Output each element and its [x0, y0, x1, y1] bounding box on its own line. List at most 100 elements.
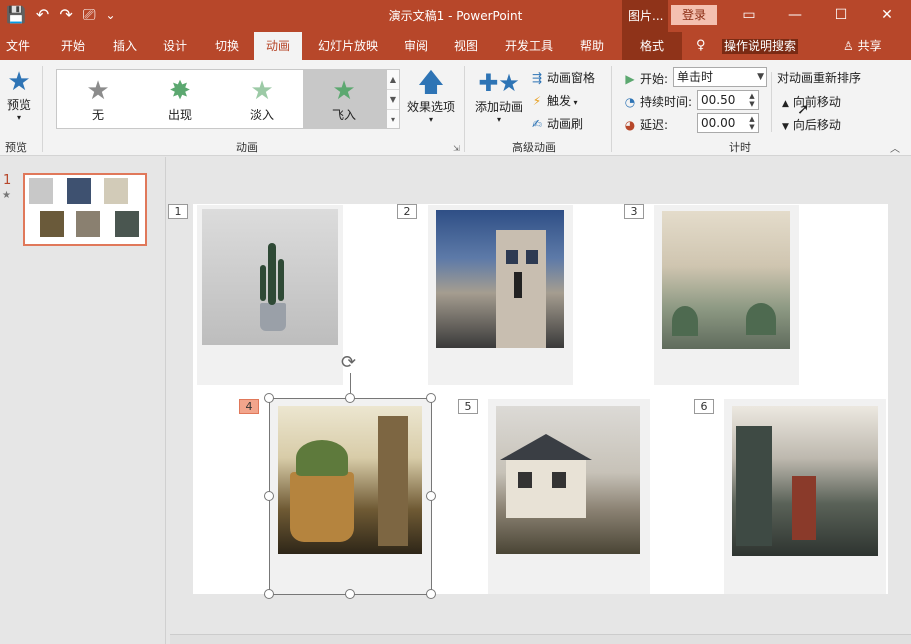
- resize-handle[interactable]: [264, 491, 274, 501]
- start-select[interactable]: 单击时 ▼: [673, 67, 767, 87]
- resize-handle[interactable]: [426, 589, 436, 599]
- add-animation-label: 添加动画: [474, 100, 523, 114]
- ribbon-display-icon[interactable]: ▭: [726, 0, 772, 32]
- resize-handle[interactable]: [426, 491, 436, 501]
- picture-2[interactable]: [428, 205, 573, 385]
- scroll-up-icon[interactable]: ▲: [387, 70, 399, 90]
- horizontal-scrollbar[interactable]: [170, 634, 911, 644]
- phone-booth-photo: [732, 406, 878, 556]
- tab-design[interactable]: 设计: [152, 32, 198, 60]
- clock-icon: ◔: [624, 95, 636, 109]
- tab-format[interactable]: 格式: [622, 32, 682, 60]
- delay-input[interactable]: 00.00 ▲ ▼: [697, 113, 759, 133]
- gallery-label: 无: [91, 108, 104, 122]
- duration-input[interactable]: 00.50 ▲ ▼: [697, 90, 759, 110]
- spinner-icon[interactable]: ▲ ▼: [747, 92, 757, 108]
- login-button[interactable]: 登录: [671, 5, 717, 25]
- brush-icon: ✍: [531, 117, 543, 131]
- divider: [611, 66, 612, 152]
- maximize-icon[interactable]: ☐: [818, 0, 864, 32]
- close-icon[interactable]: ✕: [864, 0, 910, 32]
- move-later-label: 向后移动: [792, 118, 841, 132]
- tab-view[interactable]: 视图: [444, 32, 488, 60]
- picture-6[interactable]: [724, 399, 886, 594]
- preview-button[interactable]: ★ 预览 ▾: [2, 68, 36, 122]
- animation-tag[interactable]: 5: [458, 399, 478, 414]
- thumbnail-photo: [76, 211, 100, 237]
- gallery-label: 淡入: [249, 108, 274, 122]
- trigger-button[interactable]: ⚡ 触发 ▾: [529, 92, 578, 109]
- slide-thumbnail[interactable]: [23, 173, 147, 246]
- animation-tag[interactable]: 3: [624, 204, 644, 219]
- person-icon: ♙: [843, 39, 854, 53]
- resize-handle[interactable]: [345, 393, 355, 403]
- tab-developer[interactable]: 开发工具: [496, 32, 562, 60]
- chevron-down-icon: ▾: [428, 115, 433, 124]
- reorder-label: 对动画重新排序: [777, 71, 862, 85]
- divider: [771, 72, 772, 132]
- animation-tag-selected[interactable]: 4: [239, 399, 259, 414]
- tab-home[interactable]: 开始: [50, 32, 96, 60]
- gallery-label: 飞入: [331, 108, 356, 122]
- gallery-more-icon[interactable]: ▾: [387, 110, 399, 130]
- preview-label: 预览: [6, 98, 31, 112]
- spinner-icon[interactable]: ▲ ▼: [747, 115, 757, 131]
- add-animation-button[interactable]: ✚★ 添加动画 ▾: [472, 68, 526, 124]
- triangle-down-icon: ▼: [782, 122, 789, 132]
- gallery-item-fade[interactable]: ★ 淡入: [221, 70, 303, 128]
- tab-review[interactable]: 审阅: [394, 32, 438, 60]
- resize-handle[interactable]: [264, 393, 274, 403]
- picture-5[interactable]: [488, 399, 650, 594]
- gallery-scrollbar[interactable]: ▲ ▼ ▾: [386, 69, 400, 129]
- tab-file[interactable]: 文件: [0, 32, 36, 60]
- move-earlier-button[interactable]: ▲ 向前移动: [782, 93, 841, 110]
- burst-star-icon: ✸: [169, 76, 191, 106]
- tab-insert[interactable]: 插入: [102, 32, 148, 60]
- play-icon: ▶: [625, 72, 635, 86]
- animation-tag[interactable]: 1: [168, 204, 188, 219]
- chevron-down-icon: ▾: [496, 115, 501, 124]
- animation-painter-button[interactable]: ✍ 动画刷: [529, 115, 583, 132]
- duration-value: 00.50: [701, 93, 736, 107]
- resize-handle[interactable]: [426, 393, 436, 403]
- tab-slideshow[interactable]: 幻灯片放映: [310, 32, 386, 60]
- animation-tag[interactable]: 6: [694, 399, 714, 414]
- share-button[interactable]: ♙ 共享: [843, 32, 882, 60]
- dialog-launcher-icon[interactable]: ⇲: [453, 144, 460, 153]
- tab-transitions[interactable]: 切换: [204, 32, 250, 60]
- thumbnail-photo: [29, 178, 53, 204]
- mouse-cursor-icon: ➚: [797, 100, 810, 118]
- collapse-ribbon-icon[interactable]: ︿: [890, 140, 900, 155]
- move-later-button[interactable]: ▼ 向后移动: [782, 116, 841, 133]
- group-label-advanced: 高级动画: [512, 141, 556, 154]
- picture-1[interactable]: [197, 205, 343, 385]
- group-label-preview: 预览: [5, 141, 27, 154]
- rotate-handle-icon[interactable]: ⟳: [341, 352, 356, 373]
- scroll-down-icon[interactable]: ▼: [387, 90, 399, 110]
- gallery-item-appear[interactable]: ✸ 出现: [139, 70, 221, 128]
- star-icon: ★: [86, 76, 110, 106]
- picture-3[interactable]: [654, 205, 799, 385]
- tab-help[interactable]: 帮助: [570, 32, 614, 60]
- duration-label-row: ◔ 持续时间:: [622, 93, 692, 110]
- tell-me-search[interactable]: 操作说明搜索: [722, 39, 799, 54]
- gallery-item-none[interactable]: ★ 无: [57, 70, 139, 128]
- thumbnail-photo: [67, 178, 91, 204]
- tab-animations[interactable]: 动画: [254, 32, 302, 60]
- trigger-label: 触发: [547, 94, 572, 108]
- resize-handle[interactable]: [345, 589, 355, 599]
- gallery-item-fly-in[interactable]: ★ 飞入: [303, 70, 385, 128]
- group-label-animation: 动画: [236, 141, 258, 154]
- animation-tag[interactable]: 2: [397, 204, 417, 219]
- effect-options-button[interactable]: 🡅 效果选项 ▾: [404, 68, 458, 124]
- resize-handle[interactable]: [264, 589, 274, 599]
- start-label-row: ▶ 开始:: [622, 70, 668, 87]
- delay-label: 延迟:: [640, 118, 669, 132]
- ribbon: ★ 预览 ▾ 预览 ★ 无 ✸ 出现 ★ 淡入 ★ 飞入 ▲ ▼ ▾ 🡅 效果选…: [0, 60, 911, 156]
- triangle-up-icon: ▲: [782, 99, 789, 109]
- divider: [42, 66, 43, 152]
- animation-pane-button[interactable]: ⇶ 动画窗格: [529, 69, 595, 86]
- context-tab-picture-tools: 图片...: [622, 0, 668, 32]
- delay-value: 00.00: [701, 116, 736, 130]
- minimize-icon[interactable]: —: [772, 0, 818, 32]
